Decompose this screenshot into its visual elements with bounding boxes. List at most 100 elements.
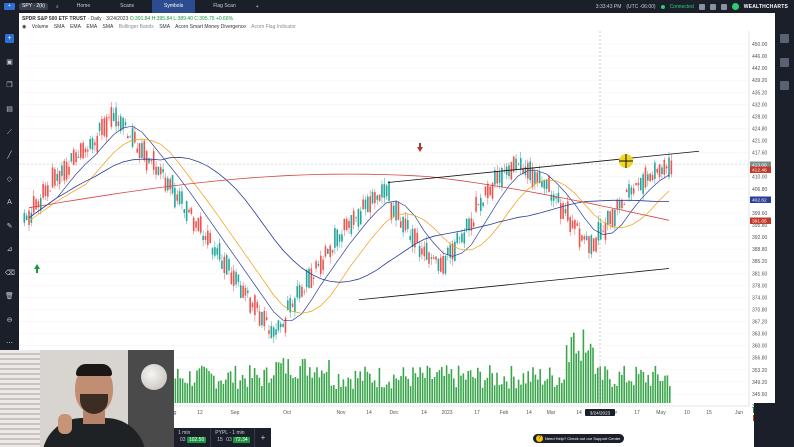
indicator-sma-2[interactable]: SMA [103,24,114,30]
symbol-pill[interactable]: SPY · 2(k) [19,3,48,10]
candle-body [461,233,463,243]
volume-bar [448,373,450,403]
volume-bar [261,385,263,403]
candle-body [30,212,33,223]
candle-body [597,222,600,241]
volume-bar [501,384,503,403]
screenshot-tool-icon[interactable]: ▣ [5,58,14,67]
add-mini-chart-button[interactable]: + [255,433,272,442]
volume-bar [205,368,208,403]
tab-scans[interactable]: Scans [108,0,146,13]
candle-body [423,246,426,257]
tab-flag-scan[interactable]: Flag Scan [201,0,248,13]
shapes-tool-icon[interactable]: ◇ [5,175,14,184]
alerts-icon[interactable] [780,58,789,67]
volume-bar [239,380,241,403]
layout-icon[interactable] [698,3,705,10]
volume-bar [479,371,481,403]
volume-bar [597,367,599,403]
ruler-tool-icon[interactable]: ⊿ [5,245,14,254]
candle-body [616,199,619,209]
volume-bar [306,375,309,403]
candle-body [588,236,590,254]
volume-bar [491,373,493,403]
time-tick-label: 2023 [441,410,452,416]
volume-bar [258,377,261,403]
brush-tool-icon[interactable]: ✎ [5,222,14,231]
candle-body [223,256,226,273]
candle-body [150,160,153,162]
indicator-sma-1[interactable]: SMA [54,24,65,30]
volume-bar [637,374,640,403]
notification-icon[interactable] [709,3,716,10]
copy-tool-icon[interactable]: ❐ [5,81,14,90]
candle-body [327,248,329,254]
indicator-smart-money[interactable]: Acorn Smart Money Divergence [175,24,246,30]
search-icon[interactable]: ⌕ [56,4,59,10]
indicator-ema-1[interactable]: EMA [70,24,81,30]
news-icon[interactable] [780,81,789,90]
volume-bar [570,337,573,403]
volume-bar [376,387,378,403]
candle-body [77,156,80,158]
indicator-flag[interactable]: Acorn Flag Indicator [251,24,296,30]
candle-body [447,247,449,255]
candle-body [319,255,322,274]
trash-tool-icon[interactable]: 🗑 [5,292,14,301]
candle-body [661,167,663,175]
time-tick-label: 17 [474,410,480,416]
price-tick-label: 363.60 [752,332,768,338]
indicator-bollinger[interactable]: Bollinger Bands [119,24,154,30]
text-tool-icon[interactable]: A [5,198,14,207]
candle-body [665,166,668,169]
mini-chart-tab-1[interactable]: 1 min 03 102.50 [174,428,212,447]
volume-bar [539,369,541,403]
tab-symbols[interactable]: Symbols [152,0,196,13]
candle-body [609,211,611,225]
volume-bar [402,367,405,403]
add-tab-button[interactable]: + [256,4,259,10]
volume-bar [215,388,217,403]
indicator-sma-3[interactable]: SMA [159,24,170,30]
volume-bar [340,386,342,403]
mini-chart-tab-2[interactable]: PYPL - 1 min 15 03 72.34 [211,428,255,447]
candle-body [444,255,447,274]
more-tool-icon[interactable]: ⋯ [5,339,14,348]
candle-body [167,178,169,191]
crosshair-tool-icon[interactable]: + [5,34,14,43]
candle-body [425,242,428,260]
candle-body [630,187,633,195]
eye-icon[interactable]: ◉ [22,24,26,30]
candle-body [569,217,571,232]
candle-body [228,259,230,271]
candle-body [496,171,499,184]
eraser-tool-icon[interactable]: ⌫ [5,269,15,278]
indicator-ema-2[interactable]: EMA [86,24,97,30]
tab-home[interactable]: Home [65,0,102,13]
candle-body [590,235,593,255]
candle-body [249,297,251,313]
trend-tool-icon[interactable]: ⟋ [5,128,14,137]
candle-body [192,217,195,232]
support-pill[interactable]: ? Need Help? Check out our Support Cente… [533,434,625,443]
indicator-volume[interactable]: Volume [32,24,49,30]
candle-body [644,167,647,188]
candle-body [108,116,110,118]
candle-body [315,261,317,269]
settings-icon[interactable] [720,3,727,10]
volume-bar [537,379,539,403]
volume-bar [213,375,215,403]
volume-bar [241,374,244,403]
lock-tool-icon[interactable]: ⊖ [5,316,14,325]
candle-body [487,183,489,199]
file-tool-icon[interactable]: ▤ [5,105,14,114]
watchlist-icon[interactable] [780,34,789,43]
top-toolbar: + SPY · 2(k) ⌕ Home Scans Symbols Flag S… [0,0,794,13]
candle-body [635,183,637,186]
volume-bar [369,373,371,403]
volume-bar [520,384,522,403]
volume-bar [289,374,292,403]
candle-body [639,177,642,191]
menu-icon[interactable]: + [4,3,15,10]
line-tool-icon[interactable]: ╱ [5,151,14,160]
